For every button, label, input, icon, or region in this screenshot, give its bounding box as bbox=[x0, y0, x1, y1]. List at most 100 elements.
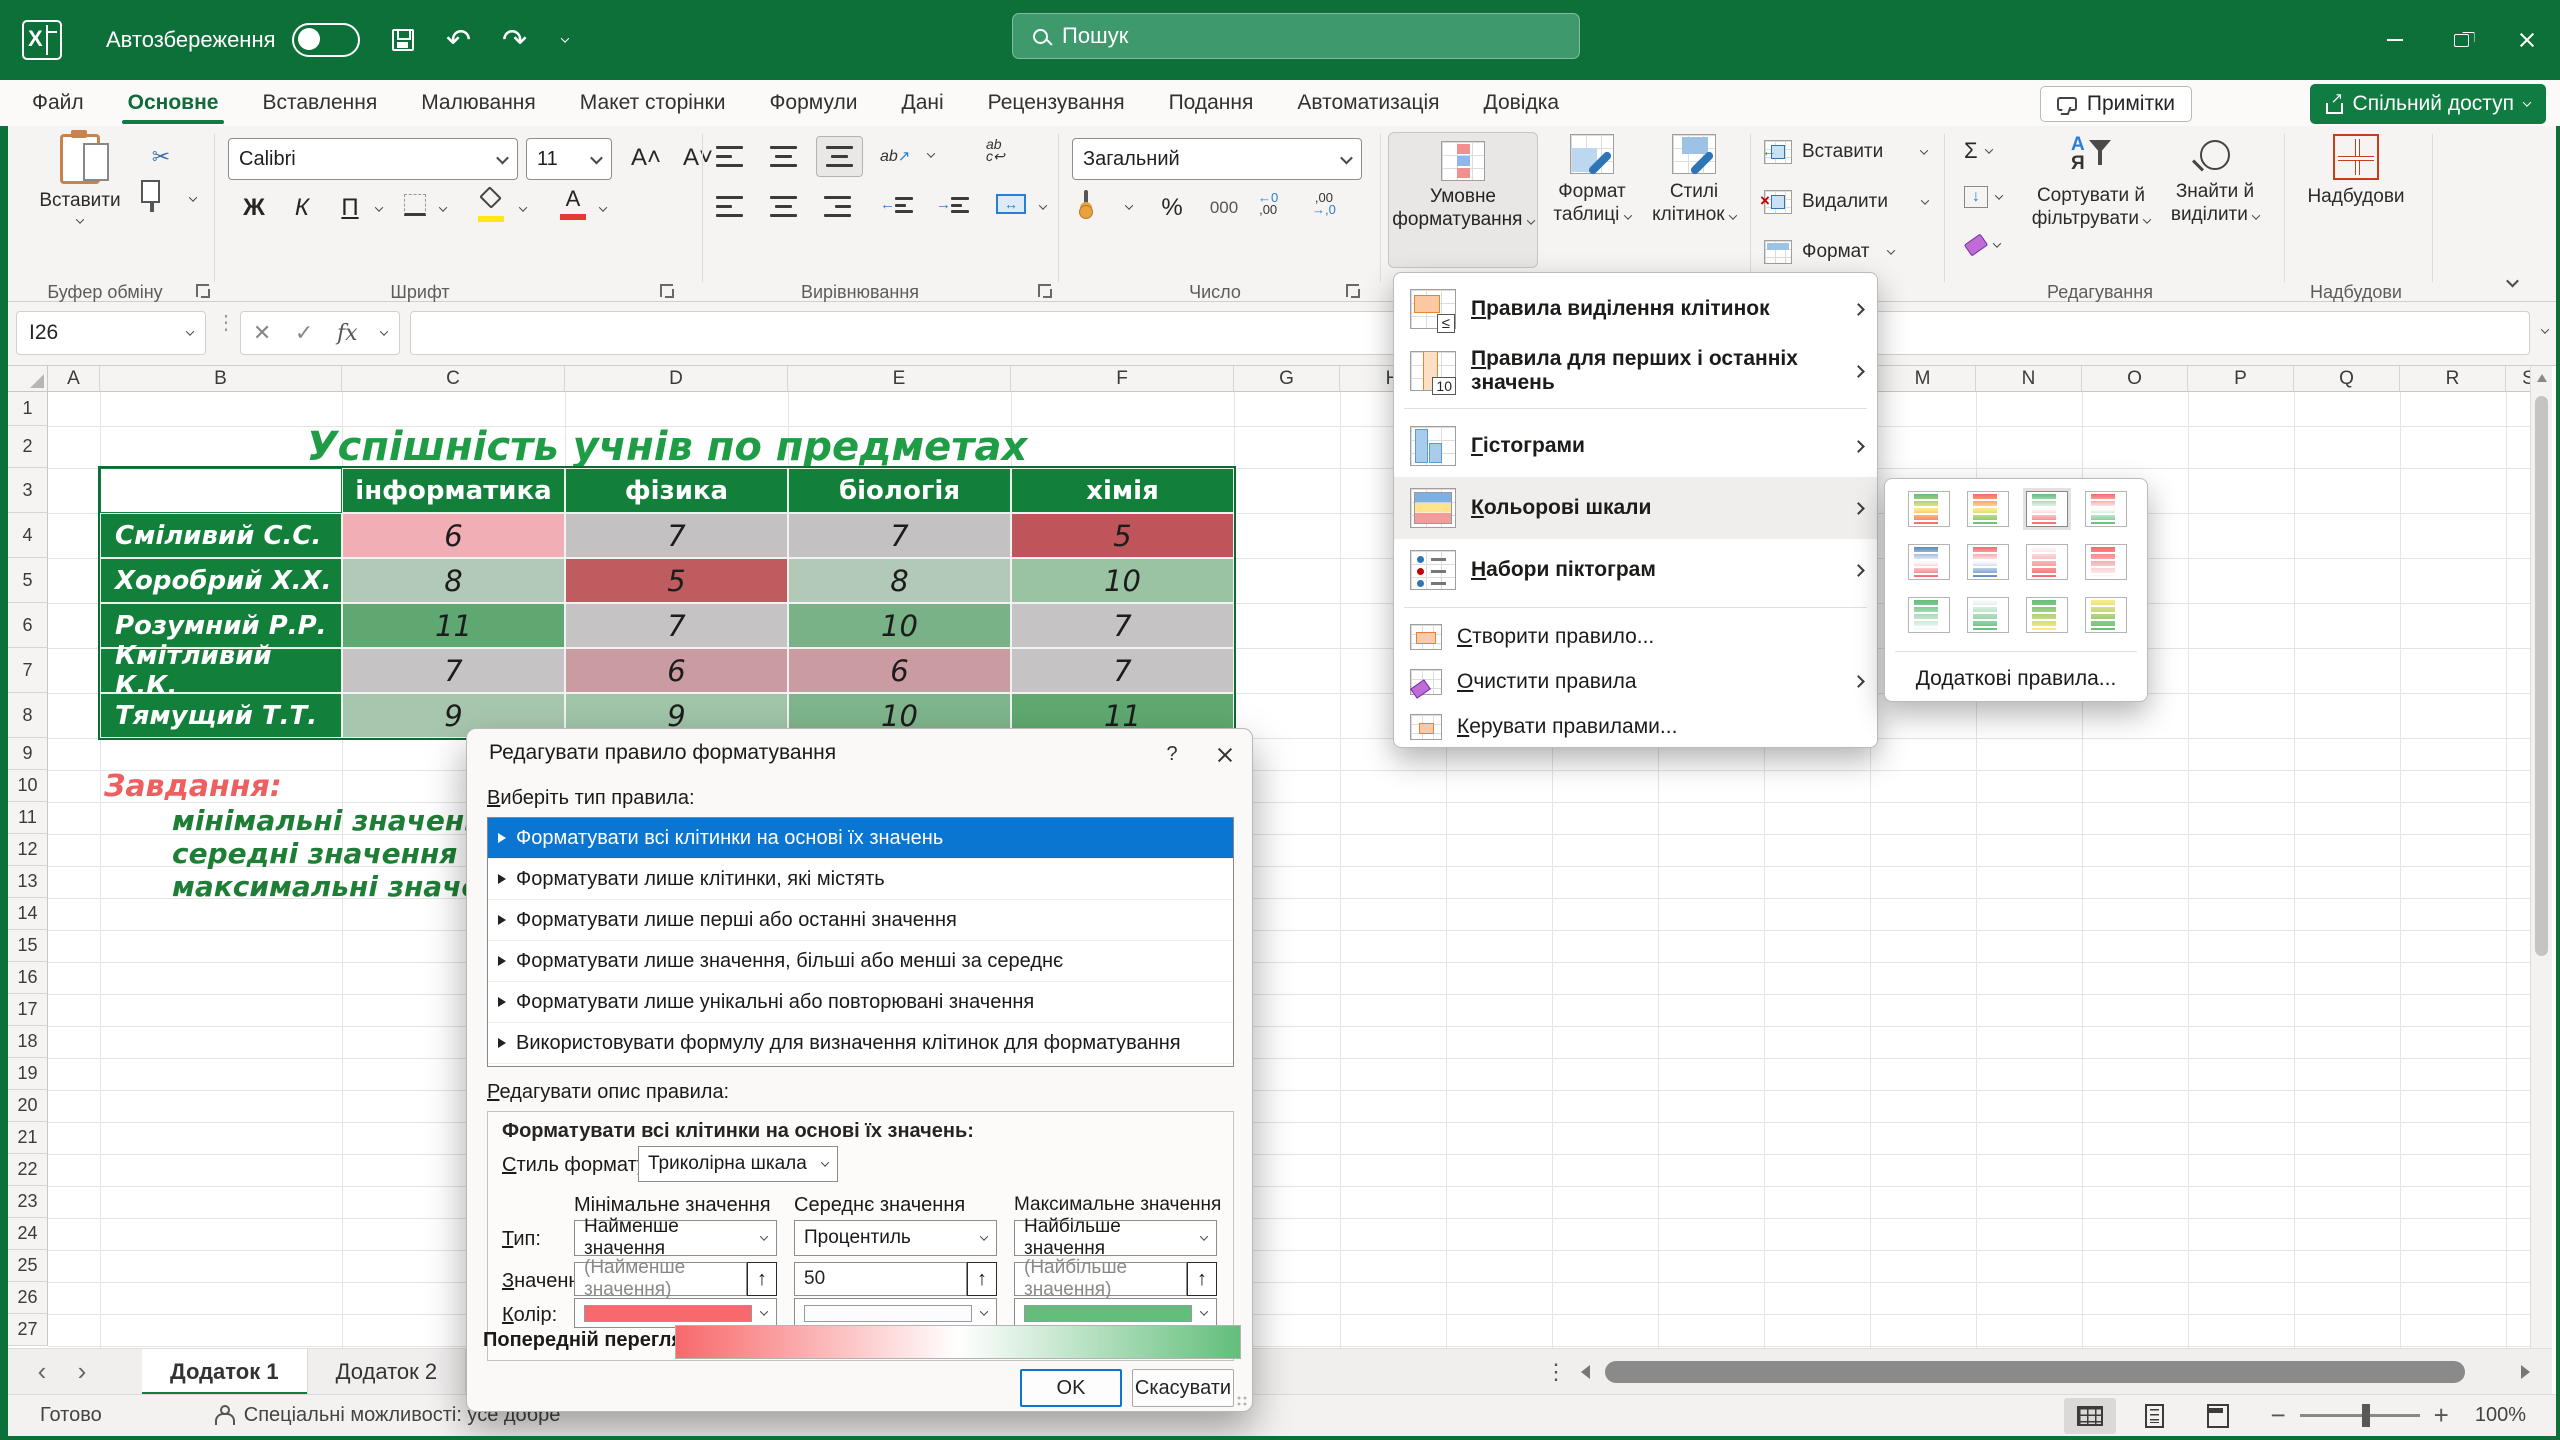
column-header-M[interactable]: M bbox=[1870, 366, 1976, 392]
value-mid-picker[interactable] bbox=[967, 1262, 997, 1296]
prev-sheet-arrow[interactable]: ‹ bbox=[22, 1356, 62, 1387]
menu-item-Правила для перших і останніх значень[interactable]: Правила для перших і останніх значень bbox=[1394, 340, 1877, 402]
column-header-P[interactable]: P bbox=[2188, 366, 2294, 392]
grade-cell[interactable]: 7 bbox=[565, 603, 788, 648]
value-min-picker[interactable] bbox=[747, 1262, 777, 1296]
hscroll-left-arrow[interactable] bbox=[1581, 1365, 1590, 1379]
copy-button[interactable] bbox=[150, 188, 154, 211]
fill-button[interactable] bbox=[1964, 186, 2002, 208]
color-scale-thumb-8[interactable] bbox=[2085, 544, 2127, 580]
share-button[interactable]: Спільний доступ bbox=[2310, 84, 2546, 124]
name-box[interactable]: I26 bbox=[16, 311, 206, 355]
column-header-A[interactable]: A bbox=[48, 366, 100, 392]
insert-cells-button[interactable]: Вставити bbox=[1764, 140, 1927, 164]
type-mid-select[interactable]: Процентиль bbox=[794, 1220, 997, 1256]
comma-style-button[interactable]: 000 bbox=[1198, 188, 1250, 228]
grade-cell[interactable]: 10 bbox=[788, 603, 1011, 648]
row-header-15[interactable]: 15 bbox=[8, 930, 48, 962]
accounting-chevron[interactable] bbox=[1125, 201, 1133, 209]
subject-header-cell[interactable]: фізика bbox=[565, 468, 788, 513]
menu-item-Правила виділення клітинок[interactable]: Правила виділення клітинок bbox=[1394, 278, 1877, 340]
select-all-corner[interactable] bbox=[8, 366, 48, 392]
type-max-select[interactable]: Найбільше значення bbox=[1014, 1220, 1217, 1256]
grade-cell[interactable]: 5 bbox=[565, 558, 788, 603]
menu-item-Створити правило...[interactable]: Створити правило... bbox=[1394, 614, 1877, 659]
column-header-N[interactable]: N bbox=[1976, 366, 2082, 392]
tab-Дані[interactable]: Дані bbox=[880, 80, 966, 126]
rule-type-item[interactable]: Форматувати лише клітинки, які містять bbox=[488, 859, 1233, 900]
subject-header-cell[interactable]: інформатика bbox=[342, 468, 565, 513]
accounting-format-button[interactable] bbox=[1084, 192, 1088, 215]
increase-indent-button[interactable]: → bbox=[936, 196, 969, 213]
wrap-text-button[interactable] bbox=[986, 138, 1005, 162]
subject-header-cell[interactable]: біологія bbox=[788, 468, 1011, 513]
sheet-tab-Додаток 2[interactable]: Додаток 2 bbox=[308, 1349, 467, 1395]
align-top-button[interactable] bbox=[716, 146, 743, 167]
tab-Рецензування[interactable]: Рецензування bbox=[966, 80, 1147, 126]
row-header-6[interactable]: 6 bbox=[8, 603, 48, 648]
grade-cell[interactable]: 7 bbox=[342, 648, 565, 693]
color-max-select[interactable] bbox=[1014, 1298, 1217, 1328]
italic-button[interactable]: К bbox=[282, 188, 322, 228]
fill-color-chevron[interactable] bbox=[519, 203, 527, 211]
grade-cell[interactable]: 7 bbox=[788, 513, 1011, 558]
column-header-D[interactable]: D bbox=[565, 366, 788, 392]
merge-chevron[interactable] bbox=[1039, 201, 1047, 209]
row-header-23[interactable]: 23 bbox=[8, 1186, 48, 1218]
borders-button[interactable] bbox=[404, 194, 426, 216]
increase-decimal-button[interactable] bbox=[1258, 192, 1278, 216]
number-format-select[interactable]: Загальний bbox=[1072, 138, 1362, 180]
align-right-button[interactable] bbox=[824, 196, 851, 217]
sheet-area[interactable]: ABCDEFGHIJKLMNOPQRS 12345678910111213141… bbox=[8, 366, 2552, 1348]
cut-button[interactable]: ✂ bbox=[146, 142, 176, 172]
borders-chevron[interactable] bbox=[439, 203, 447, 211]
minimize-button[interactable] bbox=[2362, 0, 2428, 80]
column-header-C[interactable]: C bbox=[342, 366, 565, 392]
row-header-21[interactable]: 21 bbox=[8, 1122, 48, 1154]
vertical-scrollbar[interactable] bbox=[2530, 366, 2552, 1348]
next-sheet-arrow[interactable]: › bbox=[62, 1356, 102, 1387]
menu-item-Очистити правила[interactable]: Очистити правила bbox=[1394, 659, 1877, 704]
tab-Файл[interactable]: Файл bbox=[10, 80, 106, 126]
align-middle-button[interactable] bbox=[770, 146, 797, 167]
orientation-chevron[interactable] bbox=[927, 149, 935, 157]
underline-button[interactable]: П bbox=[330, 188, 370, 228]
maximize-button[interactable] bbox=[2428, 0, 2494, 80]
row-header-19[interactable]: 19 bbox=[8, 1058, 48, 1090]
vertical-scrollbar-thumb[interactable] bbox=[2535, 396, 2548, 956]
sort-filter-button[interactable]: Сортувати йфільтрувати bbox=[2028, 134, 2154, 230]
expand-formula-bar-chevron[interactable] bbox=[2541, 325, 2549, 333]
column-header-Q[interactable]: Q bbox=[2294, 366, 2400, 392]
row-header-16[interactable]: 16 bbox=[8, 962, 48, 994]
zoom-out-button[interactable]: − bbox=[2270, 1400, 2285, 1431]
menu-item-Кольорові шкали[interactable]: Кольорові шкали bbox=[1394, 477, 1877, 539]
grade-cell[interactable]: 6 bbox=[565, 648, 788, 693]
menu-item-Набори піктограм[interactable]: Набори піктограм bbox=[1394, 539, 1877, 601]
horizontal-scrollbar-thumb[interactable] bbox=[1605, 1361, 2465, 1383]
zoom-level[interactable]: 100% bbox=[2475, 1404, 2526, 1427]
color-scale-thumb-2[interactable] bbox=[1967, 491, 2009, 527]
color-scale-thumb-10[interactable] bbox=[1967, 597, 2009, 633]
row-header-26[interactable]: 26 bbox=[8, 1282, 48, 1314]
student-name-cell[interactable]: Кмітливий К.К. bbox=[100, 648, 342, 693]
value-min-input[interactable]: (Найменше значення) bbox=[574, 1262, 747, 1296]
percent-style-button[interactable]: % bbox=[1150, 188, 1194, 228]
tab-Автоматизація[interactable]: Автоматизація bbox=[1275, 80, 1461, 126]
comments-button[interactable]: Примітки bbox=[2040, 86, 2192, 122]
color-scale-thumb-6[interactable] bbox=[1967, 544, 2009, 580]
ok-button[interactable]: OK bbox=[1020, 1369, 1122, 1407]
conditional-formatting-button[interactable]: Умовнеформатування bbox=[1388, 132, 1538, 268]
more-rules-item[interactable]: Додаткові правила... bbox=[1885, 661, 2147, 697]
grade-cell[interactable]: 6 bbox=[342, 513, 565, 558]
format-style-select[interactable]: Триколірна шкала bbox=[638, 1146, 838, 1182]
row-header-14[interactable]: 14 bbox=[8, 898, 48, 930]
increase-font-button[interactable]: A˄ bbox=[624, 138, 668, 178]
cancel-button[interactable]: Скасувати bbox=[1132, 1369, 1234, 1407]
grade-cell[interactable]: 7 bbox=[1011, 648, 1234, 693]
decrease-font-button[interactable]: A˅ bbox=[676, 138, 720, 178]
bold-button[interactable]: Ж bbox=[234, 188, 274, 228]
column-header-O[interactable]: O bbox=[2082, 366, 2188, 392]
grade-cell[interactable]: 7 bbox=[1011, 603, 1234, 648]
student-name-cell[interactable]: Сміливий С.С. bbox=[100, 513, 342, 558]
rule-type-item[interactable]: Форматувати всі клітинки на основі їх зн… bbox=[488, 818, 1233, 859]
